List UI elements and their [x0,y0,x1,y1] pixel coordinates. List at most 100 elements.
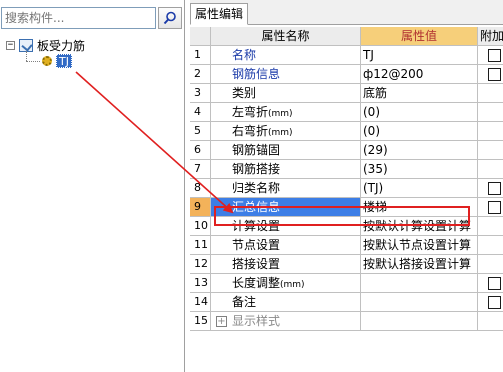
property-name: 备注 [211,293,361,312]
property-name: 显示样式 [232,314,281,328]
search-input[interactable] [2,8,155,28]
property-value[interactable]: 按默认计算设置计算 [361,217,478,236]
add-cell [478,312,503,331]
add-cell [478,65,503,84]
property-value[interactable]: (29) [361,141,478,160]
row-number: 4 [190,103,211,122]
table-row[interactable]: 8 归类名称 (TJ) [190,179,503,198]
table-row[interactable]: 10 计算设置 按默认计算设置计算 [190,217,503,236]
header-add[interactable]: 附加 [478,27,503,46]
property-name: 左弯折 [232,105,269,119]
add-checkbox[interactable] [488,182,501,195]
property-name: 钢筋搭接 [211,160,361,179]
property-name: 右弯折 [232,124,269,138]
property-name: 钢筋信息 [211,65,361,84]
tree-node-tj[interactable]: TJ [42,53,72,69]
table-row[interactable]: 14 备注 [190,293,503,312]
search-box[interactable] [1,7,156,29]
table-row[interactable]: 5 右弯折(mm) (0) [190,122,503,141]
table-row[interactable]: 7 钢筋搭接 (35) [190,160,503,179]
add-checkbox[interactable] [488,68,501,81]
add-cell [478,293,503,312]
property-value[interactable] [361,274,478,293]
row-number: 13 [190,274,211,293]
table-row[interactable]: 2 钢筋信息 ф12@200 [190,65,503,84]
expand-icon[interactable]: + [216,316,227,327]
collapse-icon[interactable]: − [6,40,15,50]
table-row[interactable]: 3 类别 底筋 [190,84,503,103]
search-button[interactable] [158,7,182,29]
tree-connector [26,51,27,61]
property-value[interactable] [361,312,478,331]
rebar-category-icon [19,38,33,52]
add-checkbox[interactable] [488,296,501,309]
property-name: 搭接设置 [211,255,361,274]
property-value[interactable]: TJ [361,46,478,65]
property-name-cell: 左弯折(mm) [211,103,361,122]
property-name: 类别 [211,84,361,103]
property-group[interactable]: + 显示样式 [211,312,361,331]
property-value[interactable]: 按默认节点设置计算 [361,236,478,255]
property-name: 钢筋锚固 [211,141,361,160]
property-value[interactable]: (35) [361,160,478,179]
property-name: 汇总信息 [211,198,361,217]
row-number: 2 [190,65,211,84]
header-num [190,27,211,46]
property-value[interactable]: 底筋 [361,84,478,103]
add-cell [478,274,503,293]
table-row[interactable]: 6 钢筋锚固 (29) [190,141,503,160]
row-number: 14 [190,293,211,312]
table-row[interactable]: 1 名称 TJ [190,46,503,65]
search-icon [163,11,176,25]
add-cell [478,179,503,198]
property-name: 计算设置 [211,217,361,236]
row-number: 1 [190,46,211,65]
add-cell [478,122,503,141]
row-number: 11 [190,236,211,255]
tree-node-root[interactable]: − 板受力筋 [6,37,85,53]
add-checkbox[interactable] [488,277,501,290]
row-number: 12 [190,255,211,274]
row-number: 6 [190,141,211,160]
property-value[interactable]: (0) [361,103,478,122]
component-gear-icon [42,56,52,66]
property-value[interactable]: 楼梯 [361,198,478,217]
tree-node-root-label: 板受力筋 [37,38,86,53]
table-row[interactable]: 4 左弯折(mm) (0) [190,103,503,122]
property-unit: (mm) [280,280,305,290]
property-name: 节点设置 [211,236,361,255]
property-value[interactable]: ф12@200 [361,65,478,84]
header-name[interactable]: 属性名称 [211,27,361,46]
table-row[interactable]: 15 + 显示样式 [190,312,503,331]
tree-connector [26,61,40,62]
property-editor-panel: 属性编辑 属性名称 属性值 附加 1 名称 TJ 2 钢筋信息 ф12@200 … [190,0,503,372]
row-number: 3 [190,84,211,103]
row-number: 8 [190,179,211,198]
table-row-selected[interactable]: 9 汇总信息 楼梯 [190,198,503,217]
header-value[interactable]: 属性值 [361,27,478,46]
property-name: 归类名称 [211,179,361,198]
property-value[interactable]: (0) [361,122,478,141]
property-value[interactable] [361,293,478,312]
property-unit: (mm) [268,128,293,138]
row-number: 9 [190,198,211,217]
add-checkbox[interactable] [488,49,501,62]
row-number: 10 [190,217,211,236]
table-row[interactable]: 11 节点设置 按默认节点设置计算 [190,236,503,255]
add-cell [478,46,503,65]
property-name: 名称 [211,46,361,65]
table-row[interactable]: 13 长度调整(mm) [190,274,503,293]
property-name-cell: 长度调整(mm) [211,274,361,293]
tree-node-tj-label[interactable]: TJ [56,54,72,68]
add-checkbox[interactable] [488,201,501,214]
property-value[interactable]: (TJ) [361,179,478,198]
add-cell [478,141,503,160]
property-value[interactable]: 按默认搭接设置计算 [361,255,478,274]
tab-property-edit[interactable]: 属性编辑 [190,3,249,25]
add-cell [478,198,503,217]
add-cell [478,255,503,274]
table-row[interactable]: 12 搭接设置 按默认搭接设置计算 [190,255,503,274]
add-cell [478,217,503,236]
add-cell [478,84,503,103]
add-cell [478,103,503,122]
